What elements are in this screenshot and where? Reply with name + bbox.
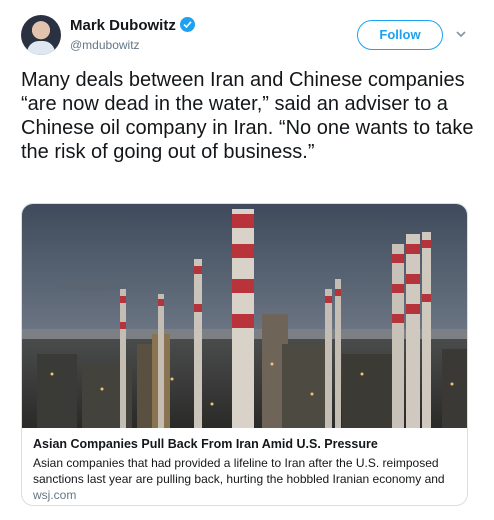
- refinery-photo: [22, 204, 467, 428]
- follow-button[interactable]: Follow: [357, 20, 443, 50]
- verified-badge-icon: [179, 17, 195, 32]
- card-description: Asian companies that had provided a life…: [33, 456, 445, 486]
- author-handle[interactable]: @mdubowitz: [70, 38, 140, 52]
- link-card[interactable]: Asian Companies Pull Back From Iran Amid…: [21, 203, 468, 506]
- author-name[interactable]: Mark Dubowitz: [70, 17, 195, 34]
- author-name-text[interactable]: Mark Dubowitz: [70, 17, 176, 34]
- tweet-header: Mark Dubowitz @mdubowitz Follow: [0, 0, 494, 66]
- card-domain[interactable]: wsj.com: [33, 488, 76, 502]
- tweet-text: Many deals between Iran and Chinese comp…: [21, 69, 474, 163]
- avatar[interactable]: [21, 15, 61, 55]
- chevron-down-icon[interactable]: [455, 28, 467, 40]
- card-image[interactable]: [22, 204, 467, 428]
- card-title[interactable]: Asian Companies Pull Back From Iran Amid…: [33, 437, 378, 451]
